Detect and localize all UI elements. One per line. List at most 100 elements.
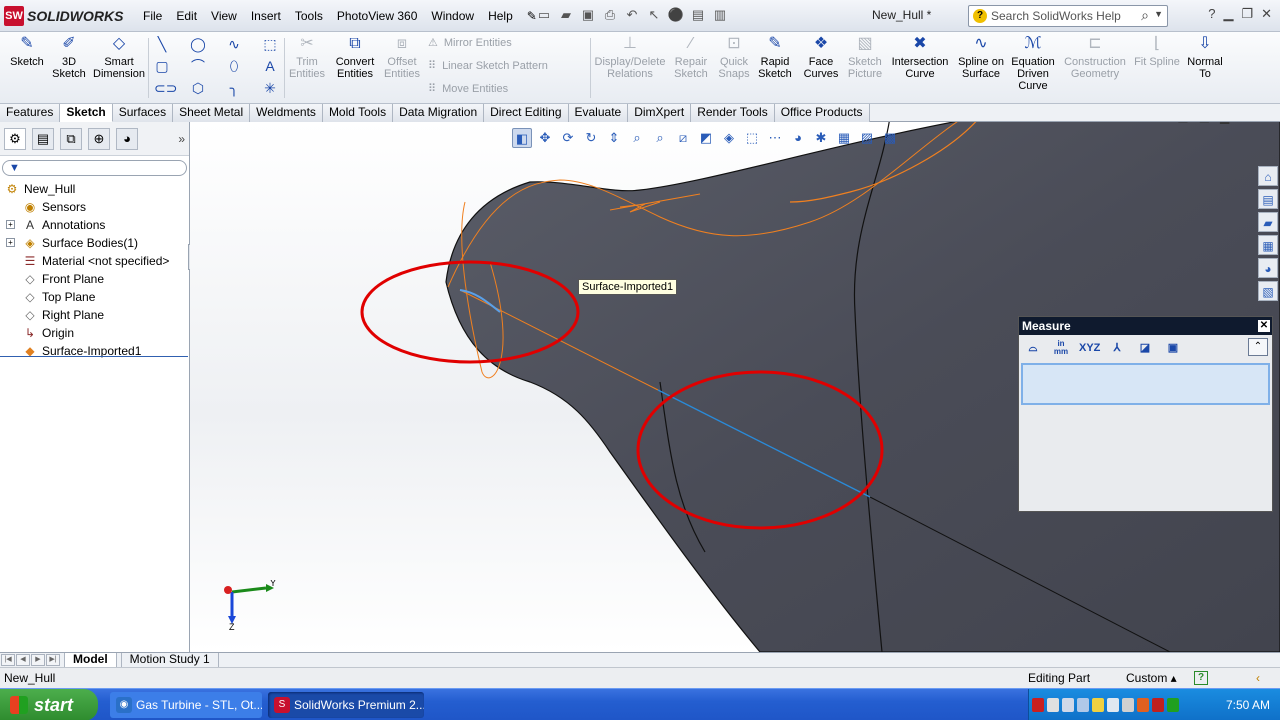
mirror-entities-button[interactable]: ⚠ Mirror Entities [428,36,512,50]
view-settings-icon[interactable]: ✱ [811,128,831,148]
pan-icon[interactable]: ✥ [535,128,555,148]
tree-item[interactable]: ◆ Surface-Imported1 [0,342,189,360]
tray-update-icon[interactable] [1137,698,1149,712]
tray-monitor-icon[interactable] [1062,698,1074,712]
restore-icon[interactable]: ❐ [1239,122,1250,124]
search-icon[interactable]: ⌕ [1141,7,1149,24]
realview-icon[interactable]: ▦ [834,128,854,148]
display-delete-relations-button[interactable]: ⊥ Display/Delete Relations [594,34,666,80]
chevron-right-icon[interactable]: » [178,132,185,146]
tray-shield-icon[interactable] [1092,698,1104,712]
polygon-icon[interactable]: ⬡ [190,80,206,96]
chevron-left-icon[interactable]: ‹ [1256,668,1260,688]
zebra-stripes-icon[interactable]: ▩ [880,128,900,148]
close-icon[interactable]: ✕ [1260,122,1270,124]
taskbar-item-browser[interactable]: ◉ Gas Turbine - STL, Ot... [110,692,262,718]
tab-office-products[interactable]: Office Products [774,104,870,122]
minimize-icon[interactable]: ▁ [1223,6,1233,22]
fillet-icon[interactable]: ╮ [226,80,242,96]
last-tab-icon[interactable]: ▶| [46,654,60,666]
tray-chat-icon[interactable] [1047,698,1059,712]
turn-icon[interactable]: ⇕ [604,128,624,148]
face-curves-button[interactable]: ❖ Face Curves [800,34,842,80]
first-tab-icon[interactable]: |◀ [1,654,15,666]
sketch-button[interactable]: ✎ Sketch [6,34,48,68]
tree-item[interactable]: ☰ Material <not specified> [0,252,189,270]
tab-model[interactable]: Model [64,653,117,667]
split-view-icon[interactable]: ◧ [1177,122,1188,124]
expand-icon[interactable]: + [6,220,15,229]
point-to-point-icon[interactable]: ⅄ [1107,339,1127,357]
file-properties-icon[interactable]: ▤ [689,6,707,24]
tray-device-icon[interactable] [1107,698,1119,712]
tree-item[interactable]: + A Annotations [0,216,189,234]
menu-tools[interactable]: Tools [288,0,330,32]
view-palette-icon[interactable]: ▦ [1258,235,1278,255]
circle-icon[interactable]: ◯ [190,36,206,52]
split-view-icon[interactable]: ◨ [1199,122,1210,124]
trim-entities-button[interactable]: ✂ Trim Entities [286,34,328,80]
tree-item[interactable]: ◉ Sensors [0,198,189,216]
save-icon[interactable]: ▣ [579,6,597,24]
quick-tips-icon[interactable]: ? [1194,671,1208,685]
intersection-curve-button[interactable]: ✖ Intersection Curve [888,34,952,80]
tray-graphics-icon[interactable] [1167,698,1179,712]
collapse-icon[interactable]: ⌃ [1248,338,1268,356]
undo-icon[interactable]: ↶ [623,6,641,24]
3d-sketch-button[interactable]: ✐ 3D Sketch [50,34,88,80]
help-icon[interactable]: ? [1208,6,1215,22]
slot-icon[interactable]: ⊂⊃ [154,80,177,96]
previous-view-icon[interactable]: ◧ [512,128,532,148]
normal-to-button[interactable]: ⇩ Normal To [1184,34,1226,80]
zoom-area-icon[interactable]: ⌕ [650,128,670,148]
smart-dimension-button[interactable]: ◇ Smart Dimension [90,34,148,80]
text-icon[interactable]: A [262,58,278,74]
appearances-icon[interactable]: ◕ [1258,258,1278,278]
line-icon[interactable]: ╲ [154,36,170,52]
tab-surfaces[interactable]: Surfaces [112,104,174,122]
select-pointer-icon[interactable]: ↖ [645,6,663,24]
tab-motion-study[interactable]: Motion Study 1 [120,653,219,667]
custom-properties-icon[interactable]: ▧ [1258,281,1278,301]
unit-system-button[interactable]: Custom ▴ [1126,668,1177,688]
restore-icon[interactable]: ❐ [1241,6,1253,22]
close-icon[interactable]: ✕ [1258,320,1270,332]
roll-icon[interactable]: ↻ [581,128,601,148]
equation-driven-curve-button[interactable]: ℳ Equation Driven Curve [1008,34,1058,92]
tree-item[interactable]: + ◈ Surface Bodies(1) [0,234,189,252]
section-view-icon[interactable]: ⧄ [673,128,693,148]
print-icon[interactable]: ⎙ [601,6,619,24]
taskbar-item-solidworks[interactable]: S SolidWorks Premium 2... [268,692,424,718]
tab-render-tools[interactable]: Render Tools [691,104,775,122]
menu-insert[interactable]: Insert [244,0,288,32]
search-box[interactable]: ? Search SolidWorks Help ⌕ ▼ [968,5,1168,27]
ellipse-icon[interactable]: ⬯ [226,58,242,74]
menu-help[interactable]: Help [481,0,520,32]
units-precision-button[interactable]: in mm [1051,339,1071,357]
close-icon[interactable]: ✕ [1261,6,1272,22]
tab-sketch[interactable]: Sketch [60,104,113,122]
spline-on-surface-button[interactable]: ∿ Spline on Surface [956,34,1006,80]
tray-security-icon[interactable] [1152,698,1164,712]
linear-pattern-button[interactable]: ⠿ Linear Sketch Pattern [428,59,548,73]
tab-features[interactable]: Features [0,104,61,122]
tab-sheet-metal[interactable]: Sheet Metal [173,104,251,122]
tree-item[interactable]: ◇ Right Plane [0,306,189,324]
measure-title-bar[interactable]: Measure ✕ [1019,317,1272,335]
view-orientation-icon[interactable]: ◩ [696,128,716,148]
menu-photoview[interactable]: PhotoView 360 [330,0,425,32]
rollback-bar[interactable] [0,356,188,357]
menu-file[interactable]: File [136,0,169,32]
display-manager-tab-icon[interactable]: ◕ [116,127,138,150]
rectangle-icon[interactable]: ▢ [154,58,170,74]
rotate-icon[interactable]: ⟳ [558,128,578,148]
construction-geometry-button[interactable]: ⊏ Construction Geometry [1062,34,1128,80]
start-button[interactable]: start [0,689,98,720]
volume-icon[interactable] [1122,698,1134,712]
prev-tab-icon[interactable]: ◀ [16,654,30,666]
point-icon[interactable]: ✳ [262,80,278,96]
tree-item[interactable]: ↳ Origin [0,324,189,342]
arc-icon[interactable]: ⌒ [190,58,206,74]
sketch-picture-button[interactable]: ▧ Sketch Picture [844,34,886,80]
minimize-icon[interactable]: ▁ [1220,122,1229,124]
